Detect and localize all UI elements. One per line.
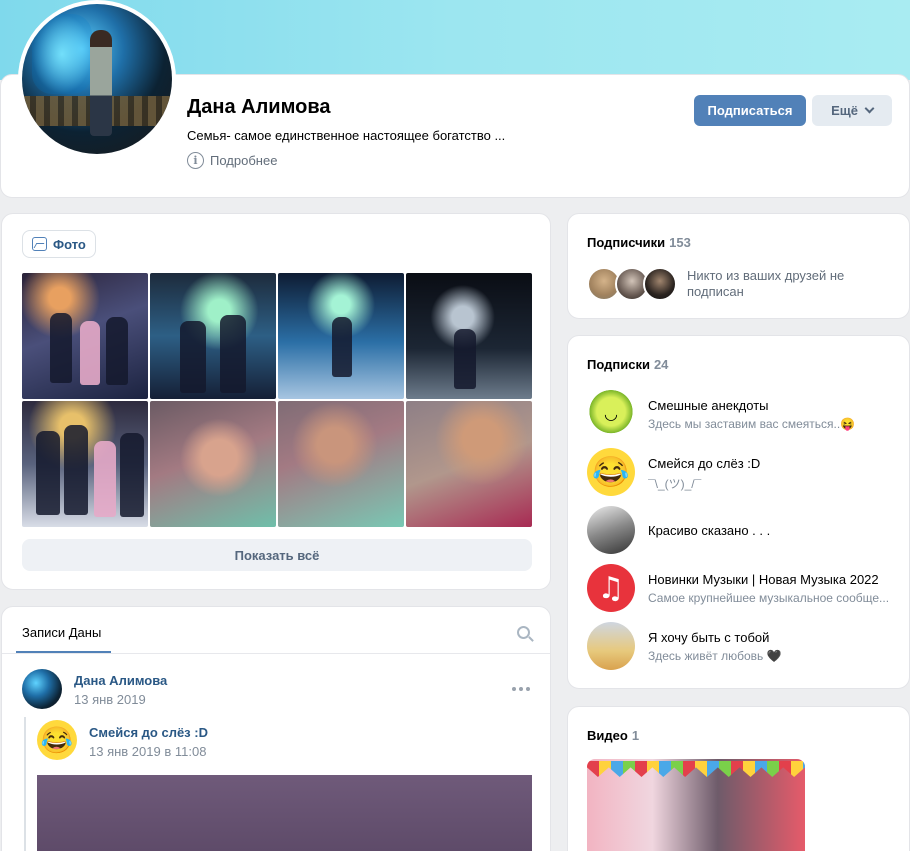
video-count: 1	[631, 728, 640, 743]
photo-thumbnail[interactable]	[150, 273, 276, 399]
tab-photos[interactable]: Фото	[22, 230, 96, 258]
list-item[interactable]: ◡ Смешные анекдоты Здесь мы заставим вас…	[587, 390, 907, 440]
video-title[interactable]: Видео 1	[587, 728, 639, 743]
photo-thumbnail[interactable]	[406, 273, 532, 399]
profile-avatar[interactable]	[18, 0, 176, 158]
video-title-label: Видео	[587, 728, 628, 743]
list-item[interactable]: ♫ Новинки Музыки | Новая Музыка 2022 Сам…	[587, 564, 907, 614]
photo-thumbnail[interactable]	[278, 401, 404, 527]
subscriptions-block: Подписки 24 ◡ Смешные анекдоты Здесь мы з…	[567, 335, 910, 689]
group-name[interactable]: Красиво сказано . . .	[648, 523, 770, 538]
portrait-icon	[587, 506, 635, 554]
avatar[interactable]	[643, 267, 677, 301]
post-author-avatar[interactable]	[22, 669, 62, 709]
repost-date[interactable]: 13 янв 2019 в 11:08	[89, 744, 206, 759]
more-info-label: Подробнее	[210, 153, 278, 168]
tab-photos-label: Фото	[53, 236, 86, 252]
subscriptions-title-label: Подписки	[587, 357, 650, 372]
photo-thumbnail[interactable]	[22, 273, 148, 399]
tab-wall-posts[interactable]: Записи Даны	[22, 625, 101, 640]
subscribers-block[interactable]: Подписчики 153 Никто из ваших друзей не п…	[567, 213, 910, 319]
photo-thumbnail[interactable]	[22, 401, 148, 527]
repost-indicator	[24, 717, 26, 851]
subscriptions-count: 24	[653, 357, 669, 372]
subscribe-button[interactable]: Подписаться	[694, 95, 806, 126]
apple-smiley-icon: ◡	[587, 390, 635, 438]
group-name[interactable]: Смешные анекдоты	[648, 398, 769, 413]
post-image[interactable]	[37, 775, 532, 851]
subscribers-title-label: Подписчики	[587, 235, 666, 250]
photo-thumbnail[interactable]	[150, 401, 276, 527]
photo-thumbnail[interactable]	[406, 401, 532, 527]
group-name[interactable]: Я хочу быть с тобой	[648, 630, 769, 645]
chevron-down-icon	[864, 103, 875, 114]
repost-author-avatar[interactable]: 😂	[37, 720, 77, 760]
list-item[interactable]: Я хочу быть с тобой Здесь живёт любовь 🖤	[587, 622, 907, 672]
flags-decoration	[587, 761, 805, 777]
repost-author-link[interactable]: Смейся до слёз :D	[89, 725, 208, 740]
subscribers-title: Подписчики 153	[587, 235, 691, 250]
avatar-photo	[22, 4, 172, 154]
more-button-label: Ещё	[831, 103, 858, 118]
photo-icon	[32, 237, 47, 251]
photo-thumbnail[interactable]	[278, 273, 404, 399]
group-description: ¯\_(ツ)_/¯	[648, 477, 702, 491]
group-name[interactable]: Смейся до слёз :D	[648, 456, 760, 471]
video-thumbnail[interactable]	[587, 759, 805, 851]
group-description: Здесь живёт любовь 🖤	[648, 649, 782, 663]
subscriptions-title[interactable]: Подписки 24	[587, 357, 668, 372]
profile-status: Семья- самое единственное настоящее бога…	[187, 128, 506, 143]
photos-block: Фото Показать всё	[1, 213, 551, 590]
divider	[2, 653, 550, 654]
wall-block: Записи Даны Дана Алимова 13 янв 2019 😂 С…	[1, 606, 551, 851]
subscribers-note: Никто из ваших друзей не подписан	[687, 268, 845, 299]
info-icon: i	[187, 152, 204, 169]
photo-grid	[22, 273, 532, 527]
show-all-photos-button[interactable]: Показать всё	[22, 539, 532, 571]
laughing-emoji-icon: 😂	[587, 448, 635, 496]
video-block: Видео 1	[567, 706, 910, 851]
list-item[interactable]: 😂 Смейся до слёз :D ¯\_(ツ)_/¯	[587, 448, 907, 498]
subscriber-avatars	[587, 267, 677, 301]
post-author-link[interactable]: Дана Алимова	[74, 673, 167, 688]
subscribers-count: 153	[669, 235, 691, 250]
list-item[interactable]: Красиво сказано . . .	[587, 506, 907, 556]
hands-icon	[587, 622, 635, 670]
group-description: Самое крупнейшее музыкальное сообще...	[648, 591, 890, 605]
profile-name: Дана Алимова	[187, 96, 331, 118]
music-note-icon: ♫	[587, 564, 635, 612]
search-icon[interactable]	[517, 626, 530, 639]
post-menu-icon[interactable]	[512, 687, 530, 691]
more-info-link[interactable]: i Подробнее	[187, 152, 277, 169]
more-button[interactable]: Ещё	[812, 95, 892, 126]
group-description: Здесь мы заставим вас смеяться..😝	[648, 417, 856, 431]
group-name[interactable]: Новинки Музыки | Новая Музыка 2022	[648, 572, 879, 587]
post-date[interactable]: 13 янв 2019	[74, 692, 146, 707]
